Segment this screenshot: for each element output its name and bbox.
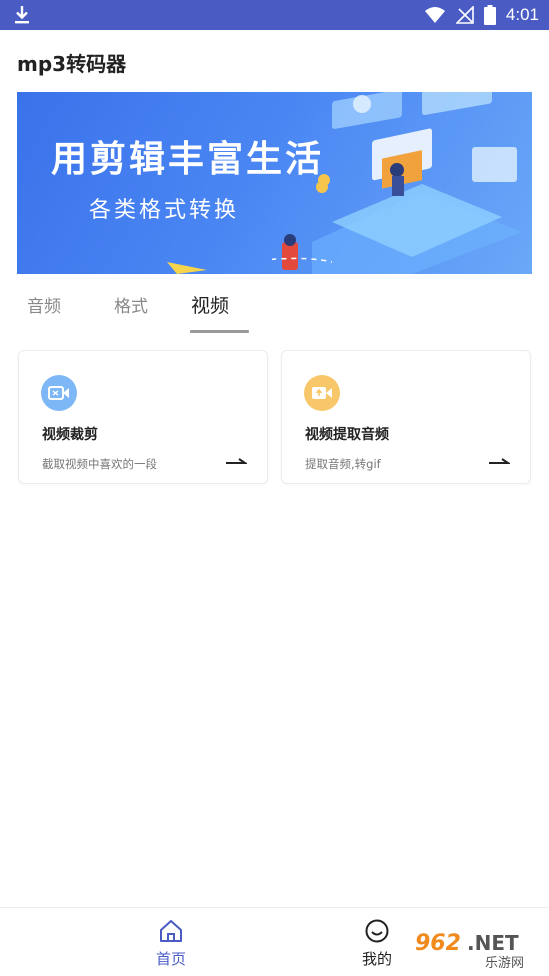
nav-home[interactable]: 首页 (141, 918, 201, 969)
watermark-net: .NET (467, 931, 519, 955)
card-description: 提取音频,转gif (305, 457, 381, 471)
watermark-logo: 962 .NET 乐游网 (411, 926, 543, 970)
tab-video[interactable]: 视频 (191, 291, 229, 318)
smile-icon (365, 919, 389, 943)
paper-plane-icon (167, 262, 207, 274)
tab-format[interactable]: 格式 (114, 292, 148, 317)
watermark-subtext: 乐游网 (485, 956, 524, 970)
tab-active-indicator (190, 330, 249, 333)
watermark-text: 962 (415, 931, 461, 956)
status-bar: 4:01 (0, 0, 549, 30)
video-crop-icon (41, 375, 77, 411)
banner[interactable]: 用剪辑丰富生活 各类格式转换 (17, 92, 532, 274)
no-signal-icon (455, 6, 474, 24)
video-extract-audio-icon (304, 375, 340, 411)
video-crop-card[interactable]: 视频裁剪 截取视频中喜欢的一段 (18, 350, 268, 484)
card-title: 视频提取音频 (305, 427, 389, 443)
home-icon (160, 920, 182, 942)
card-description: 截取视频中喜欢的一段 (42, 457, 157, 471)
battery-icon (483, 5, 496, 25)
card-title: 视频裁剪 (42, 427, 98, 443)
category-tabs: 音频 格式 视频 (0, 282, 549, 334)
video-extract-audio-card[interactable]: 视频提取音频 提取音频,转gif (281, 350, 531, 484)
download-icon (15, 6, 29, 24)
wifi-icon (424, 7, 445, 23)
status-time: 4:01 (505, 5, 539, 24)
nav-mine[interactable]: 我的 (347, 918, 407, 969)
arrow-right-icon[interactable] (225, 455, 247, 469)
banner-illustration (272, 92, 522, 274)
banner-subtitle: 各类格式转换 (89, 198, 240, 223)
arrow-right-icon[interactable] (488, 455, 510, 469)
nav-home-label: 首页 (155, 950, 186, 968)
tab-audio[interactable]: 音频 (27, 292, 61, 317)
nav-mine-label: 我的 (361, 950, 392, 968)
app-title: mp3转码器 (17, 52, 127, 76)
